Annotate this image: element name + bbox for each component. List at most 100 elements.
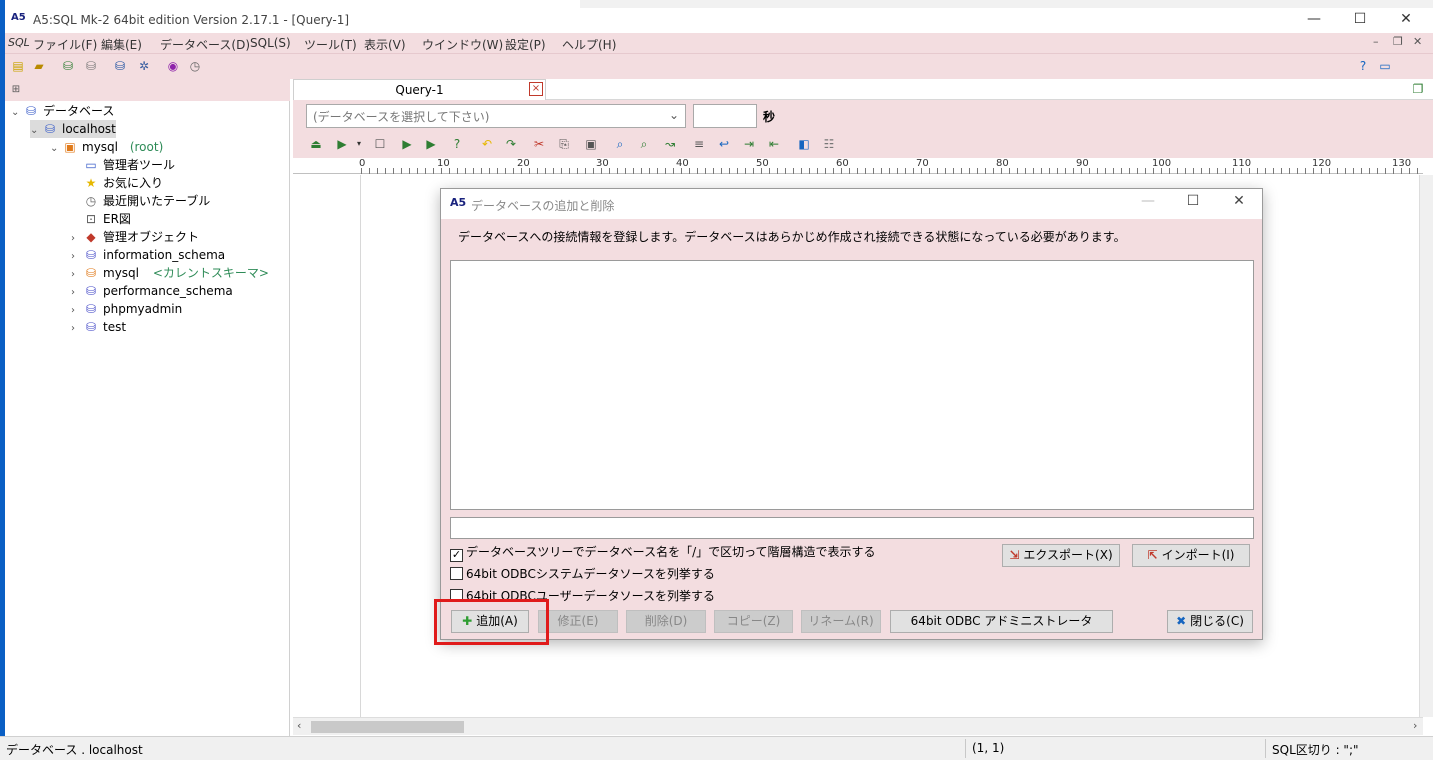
database-select[interactable]: (データベースを選択して下さい) ⌄ <box>306 104 686 128</box>
import-button[interactable]: ⇱ インポート(I) <box>1132 544 1250 567</box>
settings-icon[interactable]: ✲ <box>136 58 152 74</box>
tree-item-schema[interactable]: › ⛁ phpmyadmin <box>71 300 182 318</box>
export-button[interactable]: ⇲ エクスポート(X) <box>1002 544 1120 567</box>
horizontal-scrollbar[interactable]: ‹ › <box>293 717 1423 735</box>
align-icon[interactable]: ≡ <box>691 136 707 152</box>
menu-database[interactable]: データベース(D) <box>160 36 250 53</box>
schema-icon: ⛁ <box>85 302 97 316</box>
tree-toggle-icon[interactable]: ⊞ <box>8 82 24 98</box>
menu-help[interactable]: ヘルプ(H) <box>562 36 616 53</box>
vertical-scrollbar[interactable] <box>1419 175 1433 717</box>
tree-label: 管理オブジェクト <box>103 230 200 244</box>
tree-hierarchy-checkbox[interactable]: ✓ <box>450 549 463 562</box>
edit-button[interactable]: 修正(E) <box>538 610 618 633</box>
help-icon[interactable]: ? <box>1355 58 1371 74</box>
menu-file[interactable]: ファイル(F) <box>33 36 97 53</box>
odbc-system-checkbox[interactable] <box>450 567 463 580</box>
run-dropdown-icon[interactable]: ▾ <box>351 136 367 152</box>
scroll-left-icon[interactable]: ‹ <box>297 719 301 732</box>
menu-edit[interactable]: 編集(E) <box>101 36 142 53</box>
delete-button[interactable]: 削除(D) <box>626 610 706 633</box>
tree-item-mysql-db[interactable]: ⌄ ▣ mysql (root) <box>50 138 163 156</box>
tree-item-schema[interactable]: › ⛁ information_schema <box>71 246 225 264</box>
window-list-icon[interactable]: ❐ <box>1410 81 1426 97</box>
mdi-close-icon[interactable]: ✕ <box>1413 35 1422 48</box>
status-path: データベース . localhost <box>6 743 143 757</box>
tree-item-admin-tools[interactable]: ▭ 管理者ツール <box>71 156 175 174</box>
close-button[interactable]: ✕ <box>1383 8 1429 32</box>
tree-item-databases[interactable]: ⌄ ⛁ データベース <box>11 102 114 120</box>
split-view-icon[interactable]: ◧ <box>796 136 812 152</box>
connection-list[interactable] <box>450 260 1254 510</box>
indent-icon[interactable]: ⇥ <box>741 136 757 152</box>
stop-icon[interactable]: ☐ <box>372 136 388 152</box>
undo-icon[interactable]: ↶ <box>479 136 495 152</box>
tree-item-localhost[interactable]: ⌄ ⛁ localhost <box>30 120 116 138</box>
tree-item-schema[interactable]: › ⛁ performance_schema <box>71 282 233 300</box>
tab-query-1[interactable]: Query-1 <box>293 79 546 100</box>
menu-view[interactable]: 表示(V) <box>364 36 406 53</box>
run-csv-icon[interactable]: ▶ <box>423 136 439 152</box>
odbc-admin-button[interactable]: 64bit ODBC アドミニストレータ <box>890 610 1113 633</box>
expand-icon[interactable]: › <box>71 320 83 338</box>
scroll-thumb[interactable] <box>311 721 464 733</box>
mdi-restore-icon[interactable]: ❐ <box>1393 35 1403 48</box>
menu-sql[interactable]: SQL(S) <box>250 36 291 50</box>
ruler-icon[interactable]: ▭ <box>1377 58 1393 74</box>
dialog-maximize-button[interactable]: ☐ <box>1173 193 1213 209</box>
copy-button[interactable]: コピー(Z) <box>714 610 793 633</box>
cut-icon[interactable]: ✂ <box>531 136 547 152</box>
history-icon[interactable]: ◷ <box>187 58 203 74</box>
collapse-icon[interactable]: ⌄ <box>11 104 23 122</box>
copy-icon[interactable]: ⎘ <box>556 136 572 152</box>
tree-item-admin-objects[interactable]: › ◆ 管理オブジェクト <box>71 228 199 246</box>
db-disconnect-icon[interactable]: ⛁ <box>83 58 99 74</box>
mdi-minimize-icon[interactable]: – <box>1373 35 1379 48</box>
execute-all-icon[interactable]: ⏏ <box>308 136 324 152</box>
run-ab-icon[interactable]: ▶ <box>399 136 415 152</box>
db-browse-icon[interactable]: ⛁ <box>112 58 128 74</box>
minimize-button[interactable]: — <box>1291 8 1337 32</box>
menu-tools[interactable]: ツール(T) <box>304 36 357 53</box>
tab-close-icon[interactable]: × <box>529 82 543 96</box>
tree-item-schema[interactable]: › ⛁ mysql <カレントスキーマ> <box>71 264 269 282</box>
new-file-icon[interactable]: ▤ <box>10 58 26 74</box>
menu-settings[interactable]: 設定(P) <box>505 36 546 53</box>
open-folder-icon[interactable]: ▰ <box>31 58 47 74</box>
maximize-button[interactable]: ☐ <box>1337 8 1383 32</box>
collapse-icon[interactable]: ⌄ <box>30 122 42 140</box>
explain-icon[interactable]: ? <box>449 136 465 152</box>
plugin-icon[interactable]: ◉ <box>165 58 181 74</box>
tree-view-icon[interactable]: ☷ <box>821 136 837 152</box>
dialog-close-button[interactable]: ✕ <box>1219 193 1259 209</box>
format-icon[interactable]: ↝ <box>662 136 678 152</box>
tree-label: localhost <box>62 122 116 136</box>
tree-item-favorites[interactable]: ★ お気に入り <box>71 174 163 192</box>
close-dialog-button[interactable]: ✖ 閉じる(C) <box>1167 610 1253 633</box>
collapse-icon[interactable]: ⌄ <box>50 140 62 158</box>
menu-window[interactable]: ウインドウ(W) <box>422 36 503 53</box>
connection-detail-field[interactable] <box>450 517 1254 539</box>
tree-item-er-diagram[interactable]: ⊡ ER図 <box>71 210 131 228</box>
tree-label: mysql <box>82 140 118 154</box>
sql-logo-icon: SQL <box>8 36 30 49</box>
tree-item-schema[interactable]: › ⛁ test <box>71 318 126 336</box>
tree-item-recent-tables[interactable]: ◷ 最近開いたテーブル <box>71 192 211 210</box>
scroll-right-icon[interactable]: › <box>1413 719 1417 732</box>
replace-icon[interactable]: ⌕ <box>636 136 652 152</box>
db-add-icon[interactable]: ⛁ <box>60 58 76 74</box>
clock-icon: ◷ <box>85 194 97 208</box>
tree-hierarchy-checkbox-row[interactable]: ✓ データベースツリーでデータベース名を「/」で区切って階層構造で表示する <box>450 543 876 562</box>
rename-button[interactable]: リネーム(R) <box>801 610 881 633</box>
tree-label: 最近開いたテーブル <box>103 194 211 208</box>
dialog-description: データベースへの接続情報を登録します。データベースはあらかじめ作成され接続できる… <box>458 230 1126 244</box>
timeout-seconds-input[interactable] <box>693 104 757 128</box>
highlight-annotation-box <box>434 599 549 645</box>
wrap-icon[interactable]: ↩ <box>716 136 732 152</box>
run-icon[interactable]: ▶ <box>334 136 350 152</box>
paste-icon[interactable]: ▣ <box>583 136 599 152</box>
odbc-system-checkbox-row[interactable]: 64bit ODBCシステムデータソースを列挙する <box>450 565 715 583</box>
search-icon[interactable]: ⌕ <box>612 136 628 152</box>
redo-icon[interactable]: ↷ <box>503 136 519 152</box>
outdent-icon[interactable]: ⇤ <box>766 136 782 152</box>
